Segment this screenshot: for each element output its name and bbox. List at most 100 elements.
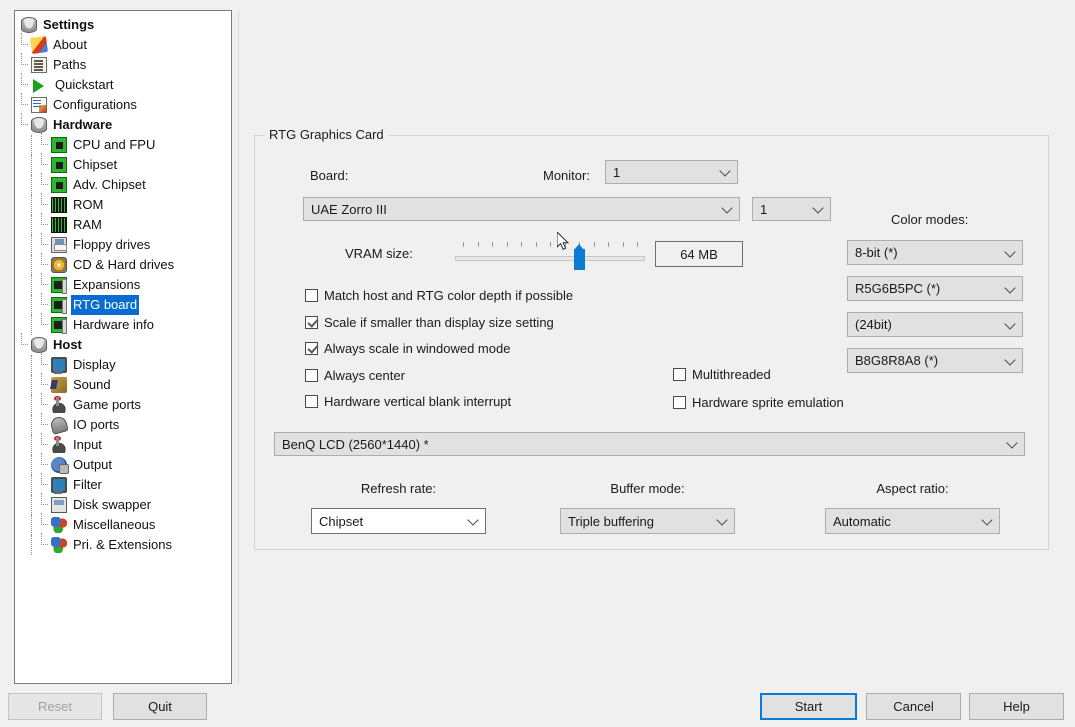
sidebar-item-chipset[interactable]: Chipset (15, 153, 231, 175)
color-mode-select-4[interactable]: B8G8R8A8 (*) (847, 348, 1023, 373)
sidebar-item-host[interactable]: Host (15, 333, 231, 355)
sidebar-item-input[interactable]: Input (15, 433, 231, 455)
sidebar-item-label: Configurations (53, 97, 137, 112)
sidebar-item-cpu-and-fpu[interactable]: CPU and FPU (15, 133, 231, 155)
sidebar-item-disk-swapper[interactable]: Disk swapper (15, 493, 231, 515)
board-index-select[interactable]: 1 (752, 197, 831, 221)
pencil-icon (29, 35, 49, 55)
sidebar-item-rom[interactable]: ROM (15, 193, 231, 215)
chevron-down-icon (981, 514, 993, 526)
sidebar-item-adv-chipset[interactable]: Adv. Chipset (15, 173, 231, 195)
chevron-down-icon (467, 514, 479, 526)
tree-connector (31, 295, 32, 315)
bottom-select-3[interactable]: Automatic (825, 508, 1000, 534)
checkbox-multithreaded[interactable]: Multithreaded (673, 367, 771, 382)
sidebar-item-settings[interactable]: Settings (15, 15, 231, 35)
misc-icon (51, 517, 67, 533)
tree-connector (41, 373, 48, 385)
sidebar-item-quickstart[interactable]: Quickstart (15, 73, 231, 95)
sidebar-item-label: Filter (73, 477, 102, 492)
start-button[interactable]: Start (760, 693, 857, 720)
checkbox-box[interactable] (305, 289, 318, 302)
sidebar-item-io-ports[interactable]: IO ports (15, 413, 231, 435)
tree-connector (31, 215, 32, 235)
color-mode-select-1[interactable]: 8-bit (*) (847, 240, 1023, 265)
sidebar-item-cd-hard-drives[interactable]: CD & Hard drives (15, 253, 231, 275)
tree-connector (31, 355, 32, 375)
sidebar-item-paths[interactable]: Paths (15, 53, 231, 75)
tree-connector (21, 333, 28, 345)
sidebar-item-filter[interactable]: Filter (15, 473, 231, 495)
color-mode-select-2[interactable]: R5G6B5PC (*) (847, 276, 1023, 301)
slider-track[interactable] (455, 256, 645, 261)
tree-connector (41, 413, 48, 425)
bottom-select-value: Chipset (319, 513, 364, 529)
checkbox-box[interactable] (673, 396, 686, 409)
sidebar-item-configurations[interactable]: Configurations (15, 93, 231, 115)
sidebar-item-hardware[interactable]: Hardware (15, 113, 231, 135)
cancel-button[interactable]: Cancel (866, 693, 961, 720)
sidebar-item-output[interactable]: Output (15, 453, 231, 475)
sidebar-item-label: Settings (43, 17, 95, 32)
settings-window: Settings About Paths Quickstart Configuratio… (0, 0, 1075, 727)
checkbox-box[interactable] (305, 342, 318, 355)
tree-connector (31, 395, 32, 415)
bottom-select-1[interactable]: Chipset (311, 508, 486, 534)
chevron-down-icon (812, 202, 824, 214)
monitor-select[interactable]: 1 (605, 160, 738, 184)
sidebar-item-expansions[interactable]: Expansions (15, 273, 231, 295)
slider-tick (463, 242, 464, 247)
tree-connector (41, 353, 48, 365)
sidebar-item-hardware-info[interactable]: Hardware info (15, 313, 231, 335)
vram-size-slider[interactable] (455, 234, 645, 270)
quit-button[interactable]: Quit (113, 693, 207, 720)
checkbox-box[interactable] (305, 315, 318, 329)
checkbox-always-center[interactable]: Always center (305, 368, 405, 383)
slider-thumb[interactable] (574, 244, 585, 270)
tree-connector (41, 473, 48, 485)
checkbox-label: Match host and RTG color depth if possib… (324, 288, 574, 303)
tree-connector (41, 453, 48, 465)
color-mode-value: (24bit) (855, 317, 892, 332)
checkbox-box[interactable] (673, 368, 686, 381)
help-button[interactable]: Help (969, 693, 1064, 720)
sidebar-item-about[interactable]: About (15, 33, 231, 55)
joystick-icon (51, 396, 67, 413)
sidebar-item-pri-extensions[interactable]: Pri. & Extensions (15, 533, 231, 555)
sidebar-item-game-ports[interactable]: Game ports (15, 393, 231, 415)
chip-icon (51, 157, 67, 173)
board-select[interactable]: UAE Zorro III (303, 197, 740, 221)
color-mode-select-3[interactable]: (24bit) (847, 312, 1023, 337)
reset-button[interactable]: Reset (8, 693, 102, 720)
sidebar-item-ram[interactable]: RAM (15, 213, 231, 235)
tree-connector (41, 213, 48, 225)
floppy-icon (51, 237, 67, 253)
checkbox-match-host-and-rtg-color-depth-if-possible[interactable]: Match host and RTG color depth if possib… (305, 288, 573, 303)
checkbox-hardware-sprite-emulation[interactable]: Hardware sprite emulation (673, 395, 844, 410)
mouse-cursor-icon (557, 232, 570, 251)
checkbox-scale-if-smaller-than-display-size-setting[interactable]: Scale if smaller than display size setti… (305, 315, 554, 330)
tree-connector (41, 393, 48, 405)
tree-connector (31, 535, 32, 555)
sidebar-item-label: About (53, 37, 87, 52)
sidebar-item-miscellaneous[interactable]: Miscellaneous (15, 513, 231, 535)
checkbox-label: Scale if smaller than display size setti… (324, 314, 554, 330)
display-mode-select[interactable]: BenQ LCD (2560*1440) * (274, 432, 1025, 456)
checkbox-box[interactable] (305, 368, 318, 382)
sidebar-item-sound[interactable]: Sound (15, 373, 231, 395)
checkbox-always-scale-in-windowed-mode[interactable]: Always scale in windowed mode (305, 341, 510, 356)
checkbox-box[interactable] (305, 395, 318, 408)
chip-icon (51, 137, 67, 153)
sidebar-item-label: Display (73, 357, 116, 372)
settings-tree[interactable]: Settings About Paths Quickstart Configuratio… (14, 10, 232, 684)
sidebar-item-display[interactable]: Display (15, 353, 231, 375)
tree-connector (41, 313, 48, 325)
sidebar-item-floppy-drives[interactable]: Floppy drives (15, 233, 231, 255)
checkbox-hardware-vertical-blank-interrupt[interactable]: Hardware vertical blank interrupt (305, 394, 511, 409)
chevron-down-icon (719, 165, 731, 177)
tree-connector (41, 273, 48, 285)
bottom-select-2[interactable]: Triple buffering (560, 508, 735, 534)
disk-icon (31, 117, 47, 133)
tree-connector (31, 435, 32, 455)
sidebar-item-rtg-board[interactable]: RTG board (15, 293, 231, 315)
